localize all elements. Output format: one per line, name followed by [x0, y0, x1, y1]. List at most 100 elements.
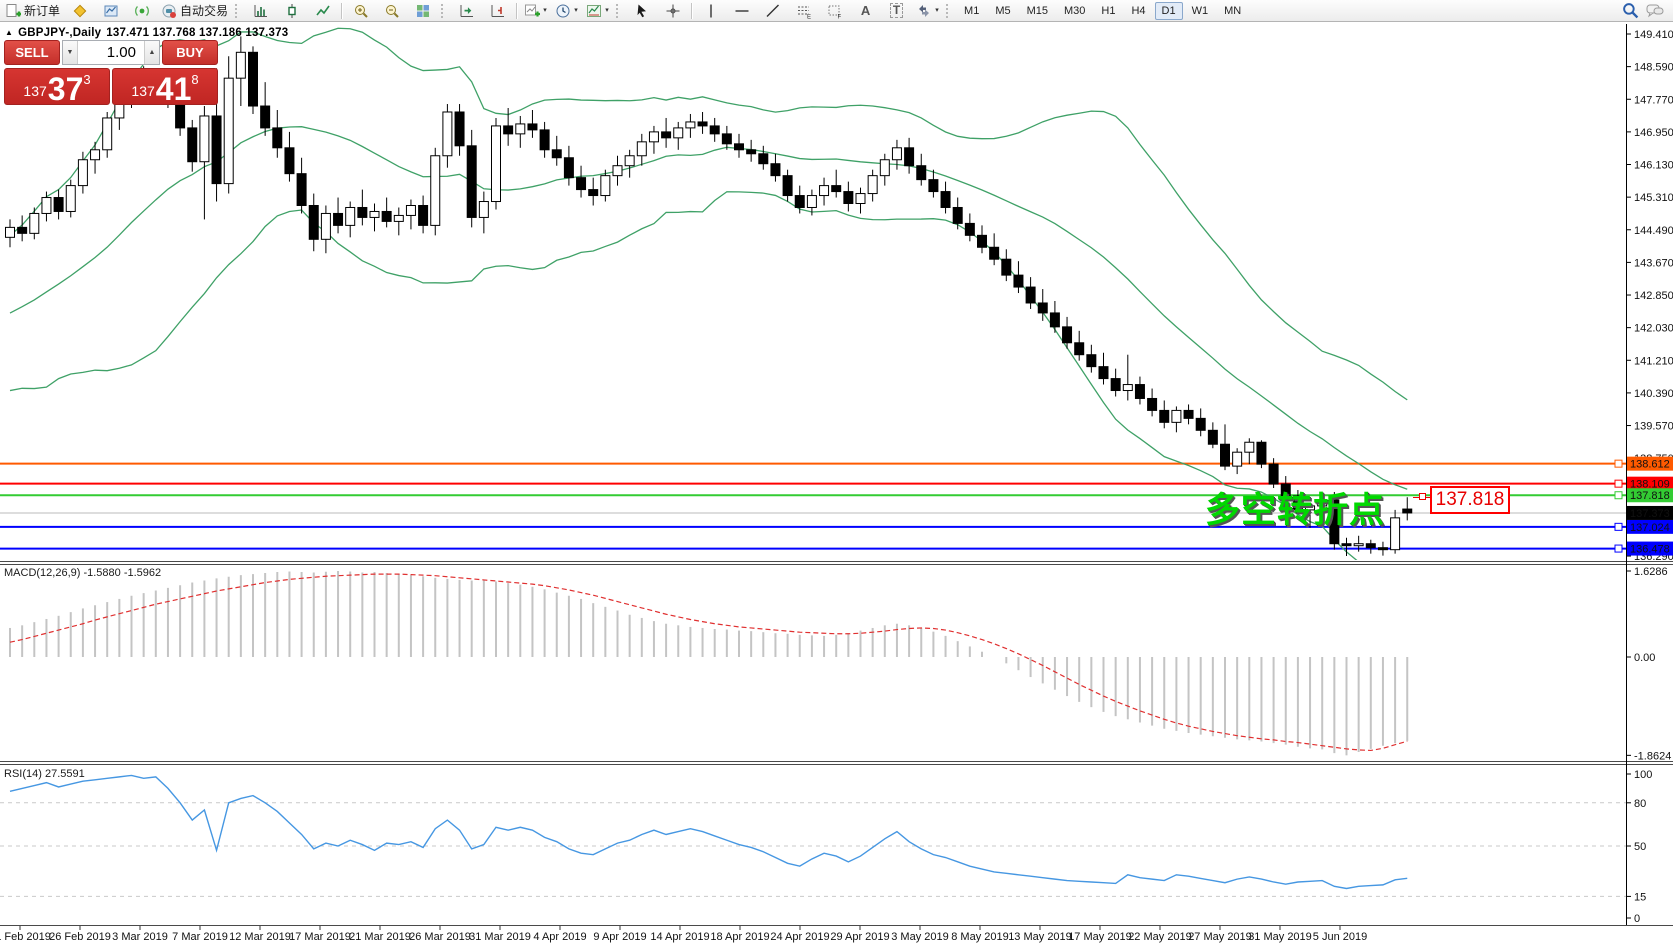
- candle-body: [1135, 385, 1144, 399]
- hline-axis-label: 136.478: [1630, 544, 1670, 556]
- volume-decrease-button[interactable]: ▼: [63, 41, 78, 64]
- hline-handle[interactable]: [1615, 523, 1622, 530]
- text-tool-button[interactable]: A: [850, 0, 881, 22]
- candlestick-mode-button[interactable]: [276, 0, 307, 22]
- volume-value[interactable]: 1.00: [78, 41, 144, 64]
- price-tick-label: 141.210: [1634, 355, 1673, 367]
- timeframe-button-M5[interactable]: M5: [988, 2, 1017, 20]
- candle-body: [589, 190, 598, 196]
- volume-stepper: ▼ 1.00 ▲: [62, 40, 160, 65]
- dropdown-caret-icon[interactable]: ▾: [605, 7, 609, 14]
- search-icon[interactable]: [1622, 2, 1639, 19]
- price-callout-box[interactable]: 137.818: [1430, 486, 1510, 514]
- templates-button[interactable]: ▾: [582, 0, 613, 22]
- hline-handle[interactable]: [1615, 545, 1622, 552]
- volume-increase-button[interactable]: ▲: [144, 41, 159, 64]
- timeframe-button-H1[interactable]: H1: [1094, 2, 1122, 20]
- rsi-tick-label: 100: [1634, 769, 1652, 781]
- auto-scroll-button[interactable]: [451, 0, 482, 22]
- candle-body: [577, 178, 586, 190]
- timeframe-button-M15[interactable]: M15: [1020, 2, 1055, 20]
- hline-handle[interactable]: [1615, 492, 1622, 499]
- tile-windows-button[interactable]: [407, 0, 438, 22]
- candle-body: [783, 176, 792, 196]
- candle-body: [941, 192, 950, 208]
- date-label: 3 May 2019: [891, 931, 948, 943]
- price-tick-label: 140.390: [1634, 388, 1673, 400]
- add-indicator-button[interactable]: ▾: [520, 0, 551, 22]
- candle-body: [868, 176, 877, 194]
- candle-body: [747, 150, 756, 154]
- candle-body: [1038, 303, 1047, 313]
- zoom-out-button[interactable]: [376, 0, 407, 22]
- grid-tool-button[interactable]: F: [819, 0, 850, 22]
- zoom-in-icon: [353, 3, 369, 19]
- toolbar-right-group: [1622, 2, 1673, 19]
- buy-price-box[interactable]: 137 41 8: [112, 68, 218, 105]
- chart-shift-button[interactable]: [482, 0, 513, 22]
- periods-button[interactable]: ▾: [551, 0, 582, 22]
- market-watch-button[interactable]: [64, 0, 95, 22]
- sell-price-box[interactable]: 137 37 3: [4, 68, 110, 105]
- sell-price-main: 37: [48, 76, 84, 103]
- buy-button[interactable]: BUY: [162, 40, 218, 65]
- macd-layer: [10, 571, 1407, 755]
- candle-body: [431, 156, 440, 226]
- toolbar-grip: [235, 4, 241, 18]
- symbol-header: ▲ GBPJPY-,Daily 137.471 137.768 137.186 …: [5, 27, 288, 39]
- vertical-line-tool-button[interactable]: [695, 0, 726, 22]
- date-label: 26 Mar 2019: [409, 931, 471, 943]
- new-order-button[interactable]: 新订单: [1, 0, 64, 22]
- timeframe-button-M30[interactable]: M30: [1057, 2, 1092, 20]
- line-chart-mode-button[interactable]: [307, 0, 338, 22]
- trendline-tool-button[interactable]: [757, 0, 788, 22]
- candle-body: [1050, 313, 1059, 327]
- add-indicator-icon: [524, 3, 540, 19]
- timeframe-button-M1[interactable]: M1: [957, 2, 986, 20]
- date-label: 18 Apr 2019: [710, 931, 769, 943]
- buy-price-sup: 8: [191, 72, 198, 87]
- timeframe-button-H4[interactable]: H4: [1124, 2, 1152, 20]
- chart-canvas[interactable]: 149.410148.590147.770146.950146.130145.3…: [0, 0, 1673, 945]
- objects-tool-button[interactable]: ▾: [912, 0, 943, 22]
- bar-chart-mode-button[interactable]: [245, 0, 276, 22]
- price-tick-label: 139.570: [1634, 421, 1673, 433]
- rsi-indicator-label: RSI(14) 27.5591: [4, 768, 85, 780]
- dropdown-caret-icon[interactable]: ▾: [574, 7, 578, 14]
- date-label: 21 Mar 2019: [349, 931, 411, 943]
- hline-handle[interactable]: [1615, 460, 1622, 467]
- candle-body: [309, 205, 318, 239]
- sell-button[interactable]: SELL: [4, 40, 60, 65]
- chat-icon[interactable]: [1645, 3, 1665, 19]
- date-label: 29 Apr 2019: [830, 931, 889, 943]
- fibonacci-tool-button[interactable]: E: [788, 0, 819, 22]
- candlestick-icon: [284, 3, 300, 19]
- auto-trading-button[interactable]: 自动交易: [157, 0, 232, 22]
- candle-body: [674, 128, 683, 138]
- date-label: 8 May 2019: [951, 931, 1008, 943]
- candle-body: [285, 148, 294, 174]
- collapse-panel-icon[interactable]: ▲: [5, 28, 13, 37]
- horizontal-line-tool-button[interactable]: [726, 0, 757, 22]
- signals-button[interactable]: [126, 0, 157, 22]
- bollinger-upper-band: [10, 28, 1407, 400]
- crosshair-tool-button[interactable]: [657, 0, 688, 22]
- cursor-tool-button[interactable]: [626, 0, 657, 22]
- dropdown-caret-icon[interactable]: ▾: [935, 7, 939, 14]
- candle-body: [504, 126, 513, 134]
- date-label: 21 Feb 2019: [0, 931, 51, 943]
- zoom-in-button[interactable]: [345, 0, 376, 22]
- callout-anchor-handle[interactable]: [1419, 493, 1426, 500]
- timeframe-button-MN[interactable]: MN: [1217, 2, 1248, 20]
- hline-handle[interactable]: [1615, 480, 1622, 487]
- timeframe-button-W1[interactable]: W1: [1185, 2, 1216, 20]
- candle-body: [686, 122, 695, 128]
- chart-annotation-text[interactable]: 多空转折点: [1205, 482, 1385, 533]
- profiles-button[interactable]: [95, 0, 126, 22]
- candle-body: [236, 52, 245, 78]
- bar-chart-icon: [253, 3, 269, 19]
- timeframe-button-D1[interactable]: D1: [1155, 2, 1183, 20]
- candle-body: [929, 180, 938, 192]
- dropdown-caret-icon[interactable]: ▾: [543, 7, 547, 14]
- label-tool-button[interactable]: T: [881, 0, 912, 22]
